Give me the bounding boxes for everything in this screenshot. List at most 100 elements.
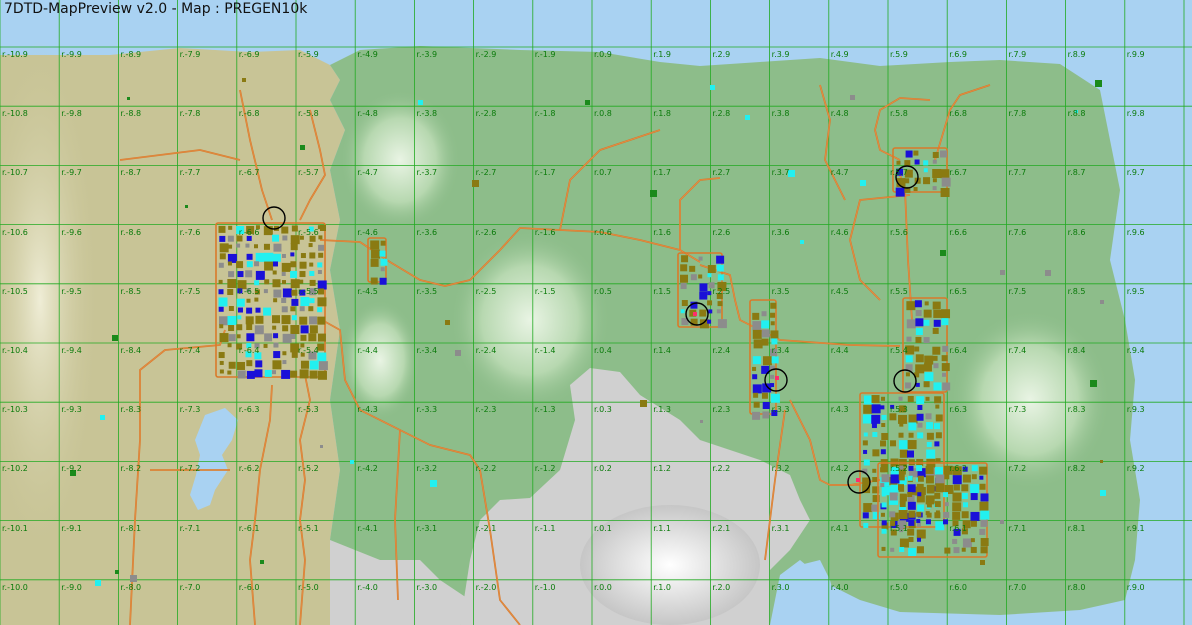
building	[282, 235, 288, 241]
grid-label: r.-5.6	[298, 227, 319, 237]
poi	[320, 225, 326, 231]
building	[904, 160, 911, 167]
building	[318, 252, 324, 258]
map-preview[interactable]: r.-10.9 r.-10.8 r.-10.7 r.-10.6 r.-10.5 r.-10…	[0, 0, 1192, 625]
grid-label: r.-8.9	[120, 50, 142, 59]
building	[272, 360, 282, 370]
building	[915, 364, 925, 374]
grid-label: r.-1.5	[534, 286, 556, 296]
grid-label: r.5.4	[890, 346, 908, 355]
grid-label: r.-4.1	[357, 523, 378, 533]
grid-label: r.-7.8	[179, 109, 201, 119]
grid-label: r.-10.4	[2, 346, 28, 355]
building	[762, 356, 772, 366]
building	[952, 492, 962, 502]
grid-label: r.-8.7	[120, 168, 142, 178]
building	[753, 339, 763, 349]
building	[753, 392, 759, 398]
building	[291, 298, 299, 306]
building	[317, 316, 326, 325]
building	[880, 512, 885, 517]
building	[370, 240, 380, 250]
building	[680, 264, 688, 272]
building	[980, 493, 989, 502]
grid-label: r.3.0	[771, 582, 790, 592]
building	[246, 324, 253, 331]
building	[899, 493, 907, 501]
building	[762, 411, 770, 419]
grid-label: r.-9.0	[61, 582, 82, 592]
building	[770, 321, 775, 326]
building	[317, 297, 327, 307]
grid-label: r.-9.4	[61, 346, 82, 355]
building	[770, 302, 777, 309]
grid-label: r.-8.1	[120, 523, 142, 533]
building	[925, 413, 932, 420]
grid-label: r.6.1	[949, 523, 968, 533]
grid-label: r.2.7	[712, 168, 731, 178]
building	[282, 333, 292, 343]
building	[281, 315, 291, 325]
building	[770, 312, 776, 318]
building	[881, 502, 887, 508]
grid-label: r.2.3	[712, 405, 731, 415]
building	[898, 396, 903, 401]
building	[933, 309, 942, 318]
grid-label: r.2.5	[712, 286, 731, 296]
building	[916, 483, 924, 491]
building	[961, 547, 966, 552]
building	[980, 510, 990, 520]
grid-label: r.2.9	[712, 50, 731, 59]
building	[681, 300, 688, 307]
building	[913, 150, 919, 156]
grid-label: r.1.7	[653, 168, 672, 178]
grid-label: r.-2.9	[475, 50, 497, 59]
building	[219, 333, 229, 343]
building	[752, 384, 762, 394]
building	[923, 177, 931, 185]
grid-label: r.-1.8	[534, 109, 556, 119]
building	[899, 501, 906, 508]
special-poi	[856, 478, 860, 482]
grid-label: r.8.0	[1067, 582, 1086, 592]
grid-label: r.-4.0	[357, 582, 378, 592]
building	[219, 253, 226, 260]
poi	[472, 180, 479, 187]
building	[255, 360, 263, 368]
grid-label: r.-10.9	[2, 50, 28, 59]
building	[762, 401, 770, 409]
building	[923, 319, 930, 326]
grid-label: r.-2.3	[475, 405, 497, 415]
grid-label: r.0.3	[594, 405, 612, 415]
grid-label: r.-8.4	[120, 346, 142, 355]
building	[218, 352, 225, 359]
grid-label: r.5.6	[890, 227, 908, 237]
building	[943, 519, 949, 525]
grid-label: r.-3.6	[416, 227, 438, 237]
building	[979, 528, 986, 535]
grid-label: r.-8.6	[120, 227, 142, 237]
poi	[745, 115, 750, 120]
building	[281, 369, 291, 379]
building	[291, 351, 298, 358]
grid-label: r.9.0	[1126, 582, 1145, 592]
building	[881, 474, 890, 483]
poi	[710, 85, 715, 90]
building	[291, 289, 298, 296]
building	[863, 522, 869, 528]
building	[282, 325, 289, 332]
building	[881, 528, 887, 534]
building	[227, 261, 232, 266]
grid-label: r.3.9	[771, 50, 790, 59]
building	[309, 316, 318, 325]
grid-label: r.7.7	[1008, 168, 1027, 178]
building	[228, 361, 236, 369]
building	[264, 279, 270, 285]
grid-label: r.-4.8	[357, 109, 378, 119]
building	[227, 343, 232, 348]
building	[881, 396, 886, 401]
building	[907, 475, 913, 481]
grid-label: r.-7.6	[179, 227, 201, 237]
building	[932, 327, 939, 334]
poi	[1100, 460, 1103, 463]
